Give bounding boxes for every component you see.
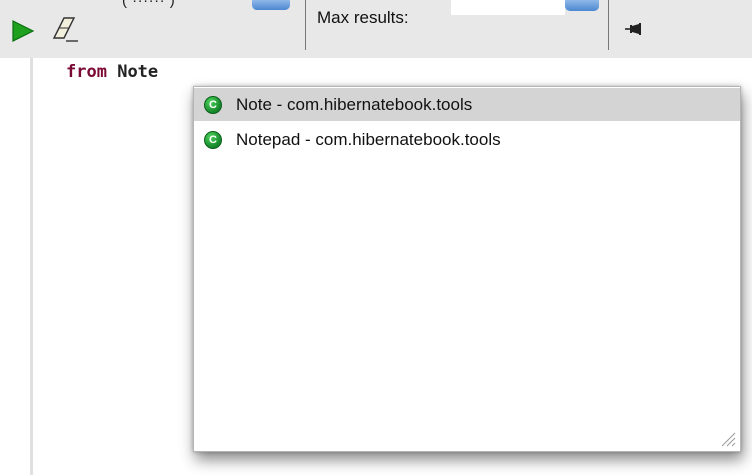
query-history-combo[interactable]: ( ······ ) — [100, 0, 294, 11]
toolbar-separator — [305, 0, 306, 50]
max-results-stepper[interactable] — [565, 0, 599, 11]
query-editor-line[interactable]: from Note — [66, 62, 158, 82]
hql-entity-text: Note — [117, 62, 159, 82]
run-triangle-icon[interactable] — [11, 19, 35, 43]
combo-dropdown-button[interactable] — [252, 0, 290, 10]
max-results-input[interactable] — [451, 0, 565, 15]
resize-grip-icon[interactable] — [718, 429, 736, 447]
editor-gutter — [30, 58, 33, 475]
eraser-icon[interactable] — [50, 14, 82, 44]
autocomplete-item-label: Note - com.hibernatebook.tools — [236, 95, 473, 114]
autocomplete-item[interactable]: C Notepad - com.hibernatebook.tools — [194, 123, 740, 156]
combo-text-fragment: ( ······ ) — [122, 0, 176, 9]
max-results-label: Max results: — [317, 8, 409, 27]
autocomplete-popup: C Note - com.hibernatebook.tools C Notep… — [193, 86, 741, 452]
toolbar: ( ······ ) Max results: — [0, 0, 752, 58]
pin-icon[interactable] — [624, 22, 642, 36]
autocomplete-item[interactable]: C Note - com.hibernatebook.tools — [194, 88, 740, 121]
hql-keyword: from — [66, 62, 107, 82]
class-icon: C — [204, 96, 222, 114]
toolbar-separator — [608, 0, 609, 50]
class-icon: C — [204, 131, 222, 149]
autocomplete-item-label: Notepad - com.hibernatebook.tools — [236, 130, 501, 149]
hql-editor-window: ( ······ ) Max results: from Note C Note… — [0, 0, 752, 475]
